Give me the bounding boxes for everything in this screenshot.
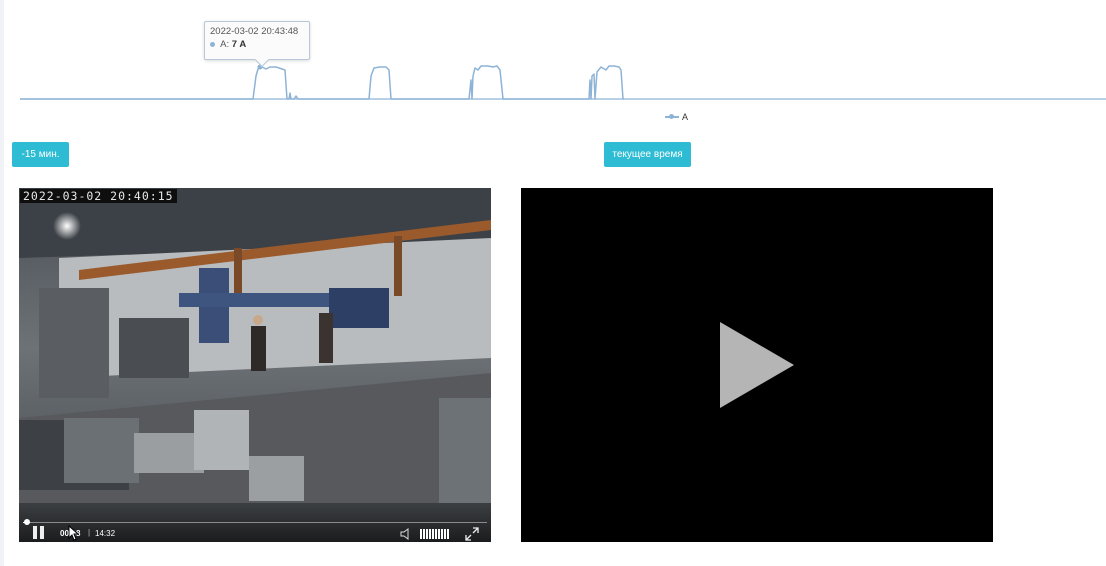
progress-bar[interactable] — [23, 519, 487, 525]
pause-icon[interactable] — [32, 526, 46, 539]
second-video-player[interactable] — [521, 188, 993, 542]
time-separator: | — [88, 528, 91, 537]
minus-15-min-button[interactable]: -15 мин. — [12, 142, 69, 167]
volume-icon[interactable] — [400, 528, 414, 540]
tooltip-value: 7 A — [231, 39, 247, 50]
chart-tooltip: 2022-03-02 20:43:48 A: 7 A — [204, 21, 310, 60]
camera-footage — [19, 188, 491, 542]
mouse-cursor-icon — [68, 525, 80, 541]
volume-slider[interactable] — [420, 529, 450, 539]
tooltip-series: A: — [220, 39, 230, 50]
duration: 14:32 — [95, 529, 116, 538]
fullscreen-icon[interactable] — [465, 527, 479, 541]
tooltip-time: 2022-03-02 20:43:48 — [210, 26, 299, 37]
tooltip-row: A: 7 A — [210, 39, 304, 50]
legend-line-icon — [665, 113, 679, 121]
camera-video-player[interactable]: 2022-03-02 20:40:15 00:08 | 14:32 — [19, 188, 491, 542]
current-time-button[interactable]: текущее время — [604, 142, 691, 167]
legend-label: A — [682, 112, 689, 122]
current-chart — [20, 64, 1106, 100]
video-timestamp: 2022-03-02 20:40:15 — [20, 189, 177, 203]
progress-handle[interactable] — [24, 519, 31, 525]
chart-legend[interactable]: A — [665, 112, 688, 122]
play-icon[interactable] — [720, 322, 794, 408]
series-a-line — [20, 65, 624, 100]
player-controls: 00:08 | 14:32 — [19, 504, 491, 542]
series-dot-icon — [210, 41, 215, 47]
